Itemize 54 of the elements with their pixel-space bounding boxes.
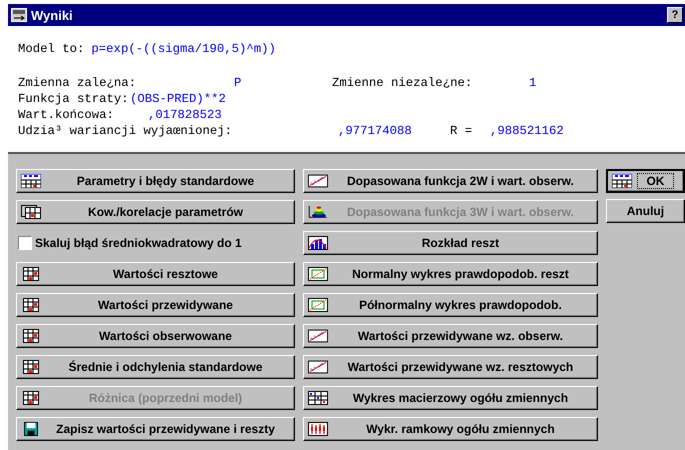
- action-button[interactable]: Wartości resztowe: [16, 262, 296, 286]
- chart-button[interactable]: Półnormalny wykres prawdopodob.: [303, 293, 598, 317]
- matrix-plot-icon: [308, 391, 328, 405]
- stat-label: R =: [450, 124, 474, 138]
- stat-value: ,977174088: [338, 124, 413, 138]
- summary-table-icon: [612, 174, 632, 188]
- help-button[interactable]: ?: [667, 7, 683, 23]
- cancel-button[interactable]: Anuluj: [606, 199, 685, 223]
- scatter-plot-icon: [308, 360, 328, 374]
- table-icon: [21, 391, 41, 405]
- checkbox[interactable]: [18, 236, 32, 250]
- scatter-plot-icon: [308, 329, 328, 343]
- chart-button[interactable]: Normalny wykres prawdopodob. reszt: [303, 262, 598, 286]
- stacked-tables-icon: [21, 205, 41, 219]
- action-button[interactable]: Średnie i odchylenia standardowe: [16, 355, 296, 379]
- summary-table-icon: [21, 174, 41, 188]
- table-icon: [21, 298, 41, 312]
- chart-button[interactable]: Dopasowana funkcja 2W i wart. obserw.: [303, 169, 598, 193]
- surface-plot-icon: [308, 205, 328, 219]
- stat-label: Zmienne niezale¿ne:: [332, 76, 474, 90]
- window-title: Wyniki: [31, 8, 74, 22]
- histogram-icon: [308, 236, 328, 250]
- stat-label: Udzia³ wariancji wyjaœnionej:: [18, 124, 234, 138]
- stat-value: 1: [529, 76, 538, 90]
- table-icon: [21, 360, 41, 374]
- ok-button[interactable]: OK: [606, 169, 685, 193]
- table-icon: [21, 267, 41, 281]
- action-button[interactable]: Wartości przewidywane: [16, 293, 296, 317]
- table-icon: [21, 329, 41, 343]
- model-formula: p=exp(-((sigma/190,5)^m)): [91, 42, 276, 56]
- action-button[interactable]: Parametry i błędy standardowe: [16, 169, 296, 193]
- stat-label: Wart.końcowa:: [18, 108, 115, 122]
- model-label: Model to:: [18, 42, 84, 56]
- probability-plot-icon: [308, 267, 328, 281]
- stat-value: P: [234, 76, 242, 90]
- scatter-plot-icon: [308, 174, 328, 188]
- probability-plot-icon: [308, 298, 328, 312]
- action-button[interactable]: Wartości obserwowane: [16, 324, 296, 348]
- stat-label: Zmienna zale¿na:: [18, 76, 138, 90]
- stat-value: ,988521162: [490, 124, 565, 138]
- box-plot-icon: [308, 422, 328, 436]
- chart-button[interactable]: Wykres macierzowy ogółu zmiennych: [303, 386, 598, 410]
- chart-button[interactable]: Rozkład reszt: [303, 231, 598, 255]
- app-icon: [11, 8, 27, 22]
- action-button[interactable]: Kow./korelacje parametrów: [16, 200, 296, 224]
- chart-button[interactable]: Wartości przewidywane wz. obserw.: [303, 324, 598, 348]
- stat-label: Funkcja straty:: [18, 92, 130, 106]
- chart-button[interactable]: Wartości przewidywane wz. resztowych: [303, 355, 598, 379]
- scale-checkbox[interactable]: Skaluj błąd średniokwadratowy do 1: [16, 231, 296, 255]
- stat-value: ,017828523: [148, 108, 223, 122]
- stat-value: (OBS-PRED)**2: [130, 92, 227, 106]
- checkbox-label: Skaluj błąd średniokwadratowy do 1: [35, 236, 242, 250]
- action-button[interactable]: Zapisz wartości przewidywane i reszty: [16, 417, 296, 441]
- chart-button[interactable]: Wykr. ramkowy ogółu zmiennych: [303, 417, 598, 441]
